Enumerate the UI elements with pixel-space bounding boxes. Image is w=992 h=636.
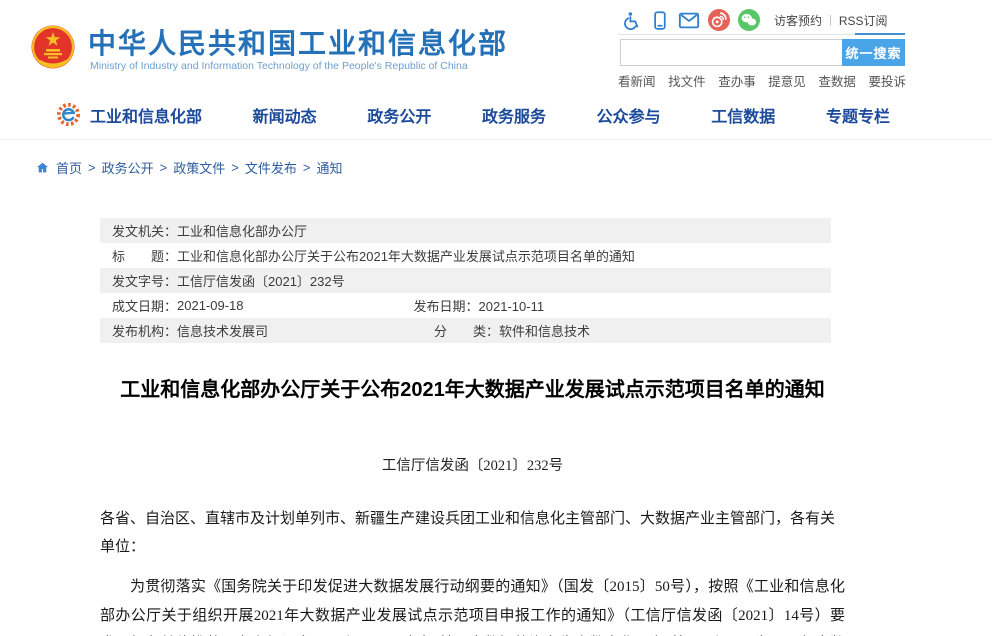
nav-item-gov-services[interactable]: 政务服务 bbox=[482, 103, 546, 127]
meta-value: 2021-10-11 bbox=[479, 299, 545, 314]
quick-link-services[interactable]: 查办事 bbox=[718, 71, 756, 90]
meta-row-issuing-agency: 发文机关：工业和信息化部办公厅 bbox=[100, 218, 831, 243]
nav-item-special-topics[interactable]: 专题专栏 bbox=[826, 103, 890, 127]
breadcrumb: 首页 > 政务公开 > 政策文件 > 文件发布 > 通知 bbox=[35, 158, 342, 177]
document-paragraph: 为贯彻落实《国务院关于印发促进大数据发展行动纲要的通知》（国发〔2015〕50号… bbox=[100, 573, 845, 636]
nav-item-miit[interactable]: 工业和信息化部 bbox=[90, 103, 202, 127]
weibo-icon[interactable] bbox=[708, 9, 730, 31]
quick-link-files[interactable]: 找文件 bbox=[668, 71, 706, 90]
nav-items: 工业和信息化部 新闻动态 政务公开 政务服务 公众参与 工信数据 专题专栏 bbox=[90, 90, 890, 140]
document-number: 工信厅信发函〔2021〕232号 bbox=[100, 454, 845, 475]
rss-link[interactable]: RSS订阅 bbox=[839, 12, 888, 29]
document-title: 工业和信息化部办公厅关于公布2021年大数据产业发展试点示范项目名单的通知 bbox=[100, 373, 845, 402]
breadcrumb-document-release[interactable]: 文件发布 bbox=[245, 158, 297, 177]
mail-icon[interactable] bbox=[678, 9, 700, 31]
page: 中华人民共和国工业和信息化部 Ministry of Industry and … bbox=[0, 0, 992, 636]
search-button[interactable]: 统一搜索 bbox=[842, 39, 905, 66]
nav-item-gov-disclosure[interactable]: 政务公开 bbox=[367, 103, 431, 127]
search-quick-links: 看新闻 找文件 查办事 提意见 查数据 要投诉 bbox=[618, 71, 906, 90]
meta-value: 工信厅信发函〔2021〕232号 bbox=[177, 271, 345, 290]
nav-item-news[interactable]: 新闻动态 bbox=[253, 103, 317, 127]
breadcrumb-gov-disclosure[interactable]: 政务公开 bbox=[102, 158, 154, 177]
breadcrumb-policy-documents[interactable]: 政策文件 bbox=[173, 158, 225, 177]
topbar-divider bbox=[618, 34, 905, 35]
nav-item-public-participation[interactable]: 公众参与 bbox=[597, 103, 661, 127]
search-bar: 统一搜索 bbox=[620, 39, 905, 66]
meta-row-publisher-category: 发布机构：信息技术发展司 分 类：软件和信息技术 bbox=[100, 318, 831, 343]
meta-value: 工业和信息化部办公厅 bbox=[177, 221, 307, 240]
breadcrumb-home[interactable]: 首页 bbox=[56, 158, 82, 177]
quick-link-complaints[interactable]: 要投诉 bbox=[868, 71, 906, 90]
quick-link-suggestions[interactable]: 提意见 bbox=[768, 71, 806, 90]
main-nav: 工业和信息化部 新闻动态 政务公开 政务服务 公众参与 工信数据 专题专栏 bbox=[0, 90, 992, 140]
home-icon[interactable] bbox=[35, 161, 50, 175]
mobile-icon[interactable] bbox=[648, 9, 670, 31]
meta-row-title: 标 题：工业和信息化部办公厅关于公布2021年大数据产业发展试点示范项目名单的通… bbox=[100, 243, 831, 268]
meta-value: 信息技术发展司 bbox=[177, 321, 268, 340]
site-title: 中华人民共和国工业和信息化部 bbox=[88, 22, 508, 62]
search-input[interactable] bbox=[620, 39, 842, 66]
document-salutation: 各省、自治区、直辖市及计划单列市、新疆生产建设兵团工业和信息化主管部门、大数据产… bbox=[100, 505, 845, 561]
national-emblem-logo bbox=[30, 22, 76, 74]
header: 中华人民共和国工业和信息化部 Ministry of Industry and … bbox=[0, 0, 992, 90]
document-meta-table: 发文机关：工业和信息化部办公厅 标 题：工业和信息化部办公厅关于公布2021年大… bbox=[100, 218, 831, 343]
quick-link-news[interactable]: 看新闻 bbox=[618, 71, 656, 90]
meta-value: 工业和信息化部办公厅关于公布2021年大数据产业发展试点示范项目名单的通知 bbox=[177, 246, 635, 265]
topbar-separator: | bbox=[829, 14, 832, 26]
document-area: 发文机关：工业和信息化部办公厅 标 题：工业和信息化部办公厅关于公布2021年大… bbox=[100, 218, 845, 636]
visitor-appointment-link[interactable]: 访客预约 bbox=[774, 12, 822, 29]
meta-value: 2021-09-18 bbox=[177, 298, 244, 313]
meta-value: 软件和信息技术 bbox=[499, 324, 590, 339]
gear-e-logo-icon bbox=[55, 101, 82, 128]
topbar: 访客预约 | RSS订阅 bbox=[618, 8, 908, 32]
breadcrumb-notice[interactable]: 通知 bbox=[316, 158, 342, 177]
meta-row-document-number: 发文字号：工信厅信发函〔2021〕232号 bbox=[100, 268, 831, 293]
nav-item-it-data[interactable]: 工信数据 bbox=[711, 103, 775, 127]
site-subtitle: Ministry of Industry and Information Tec… bbox=[90, 60, 468, 72]
quick-link-data[interactable]: 查数据 bbox=[818, 71, 856, 90]
accessibility-icon[interactable] bbox=[618, 9, 640, 31]
wechat-icon[interactable] bbox=[738, 9, 760, 31]
meta-row-dates: 成文日期：2021-09-18 发布日期：2021-10-11 bbox=[100, 293, 831, 318]
